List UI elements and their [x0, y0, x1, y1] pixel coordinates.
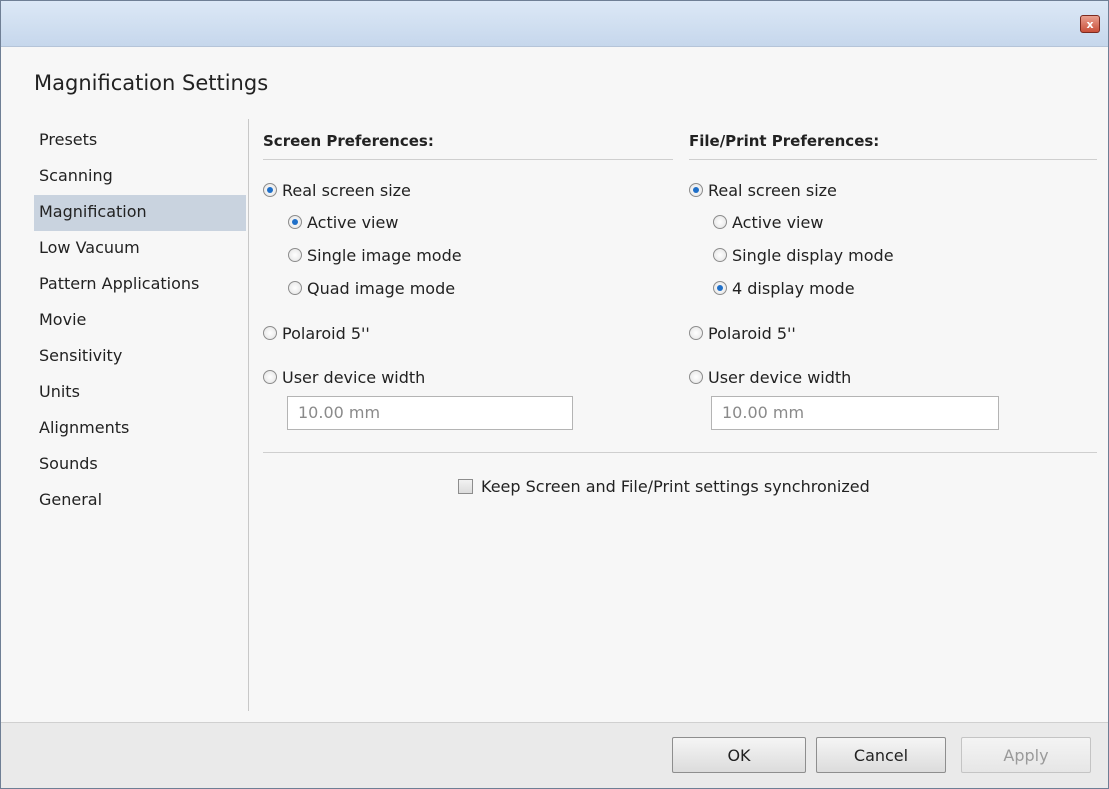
file-real-size-label: Real screen size: [708, 180, 837, 200]
screen-real-size-radio[interactable]: Real screen size: [263, 179, 411, 201]
sidebar-item-sounds[interactable]: Sounds: [34, 447, 246, 483]
apply-button[interactable]: Apply: [961, 737, 1091, 773]
radio-unchecked-icon: [288, 281, 302, 295]
sidebar-item-general[interactable]: General: [34, 483, 246, 519]
screen-user-width-label: User device width: [282, 367, 426, 387]
close-icon: x: [1086, 17, 1094, 31]
screen-user-width-radio[interactable]: User device width: [263, 366, 425, 388]
sidebar-item-alignments[interactable]: Alignments: [34, 411, 246, 447]
sidebar-item-movie[interactable]: Movie: [34, 303, 246, 339]
dialog-title: Magnification Settings: [34, 71, 269, 95]
radio-checked-icon: [689, 183, 703, 197]
screen-width-input[interactable]: 10.00 mm: [287, 396, 573, 430]
screen-real-size-label: Real screen size: [282, 180, 411, 200]
file-width-input[interactable]: 10.00 mm: [711, 396, 999, 430]
radio-unchecked-icon: [689, 370, 703, 384]
radio-checked-icon: [713, 281, 727, 295]
sidebar-item-low-vacuum[interactable]: Low Vacuum: [34, 231, 246, 267]
radio-unchecked-icon: [263, 370, 277, 384]
radio-unchecked-icon: [713, 215, 727, 229]
screen-quad-mode-radio[interactable]: Quad image mode: [288, 277, 455, 299]
sync-settings-label: Keep Screen and File/Print settings sync…: [481, 476, 870, 496]
sidebar-item-sensitivity[interactable]: Sensitivity: [34, 339, 246, 375]
screen-quad-mode-label: Quad image mode: [307, 278, 456, 298]
radio-checked-icon: [263, 183, 277, 197]
file-active-view-label: Active view: [732, 212, 824, 232]
sidebar-item-presets[interactable]: Presets: [34, 123, 246, 159]
screen-polaroid-label: Polaroid 5'': [282, 323, 370, 343]
sidebar-item-scanning[interactable]: Scanning: [34, 159, 246, 195]
cancel-button[interactable]: Cancel: [816, 737, 946, 773]
screen-active-view-label: Active view: [307, 212, 399, 232]
screen-active-view-radio[interactable]: Active view: [288, 211, 398, 233]
screen-single-mode-label: Single image mode: [307, 245, 462, 265]
file-quad-mode-label: 4 display mode: [732, 278, 855, 298]
file-quad-mode-radio[interactable]: 4 display mode: [713, 277, 855, 299]
file-real-size-radio[interactable]: Real screen size: [689, 179, 837, 201]
options-divider: [263, 452, 1097, 453]
file-print-heading-divider: [689, 159, 1097, 160]
file-user-width-radio[interactable]: User device width: [689, 366, 851, 388]
file-single-mode-label: Single display mode: [732, 245, 894, 265]
radio-unchecked-icon: [288, 248, 302, 262]
radio-unchecked-icon: [713, 248, 727, 262]
file-print-preferences-heading: File/Print Preferences:: [689, 132, 880, 150]
radio-checked-icon: [288, 215, 302, 229]
close-button[interactable]: x: [1080, 15, 1100, 33]
button-bar: OK Cancel Apply: [1, 722, 1108, 788]
sidebar-item-magnification[interactable]: Magnification: [34, 195, 246, 231]
checkbox-unchecked-icon: [458, 478, 473, 494]
file-user-width-label: User device width: [708, 367, 852, 387]
radio-unchecked-icon: [263, 326, 277, 340]
sidebar-divider: [248, 119, 249, 711]
magnification-settings-dialog: x Magnification Settings Presets Scannin…: [0, 0, 1109, 789]
sidebar-nav: Presets Scanning Magnification Low Vacuu…: [34, 123, 246, 519]
radio-unchecked-icon: [689, 326, 703, 340]
file-active-view-radio[interactable]: Active view: [713, 211, 823, 233]
sync-settings-checkbox[interactable]: Keep Screen and File/Print settings sync…: [458, 475, 870, 497]
sidebar-item-pattern-applications[interactable]: Pattern Applications: [34, 267, 246, 303]
screen-heading-divider: [263, 159, 673, 160]
ok-button[interactable]: OK: [672, 737, 806, 773]
sidebar-item-units[interactable]: Units: [34, 375, 246, 411]
file-single-mode-radio[interactable]: Single display mode: [713, 244, 894, 266]
screen-single-mode-radio[interactable]: Single image mode: [288, 244, 462, 266]
file-polaroid-radio[interactable]: Polaroid 5'': [689, 322, 796, 344]
screen-preferences-heading: Screen Preferences:: [263, 132, 434, 150]
file-polaroid-label: Polaroid 5'': [708, 323, 796, 343]
title-bar: x: [1, 1, 1108, 47]
screen-polaroid-radio[interactable]: Polaroid 5'': [263, 322, 370, 344]
